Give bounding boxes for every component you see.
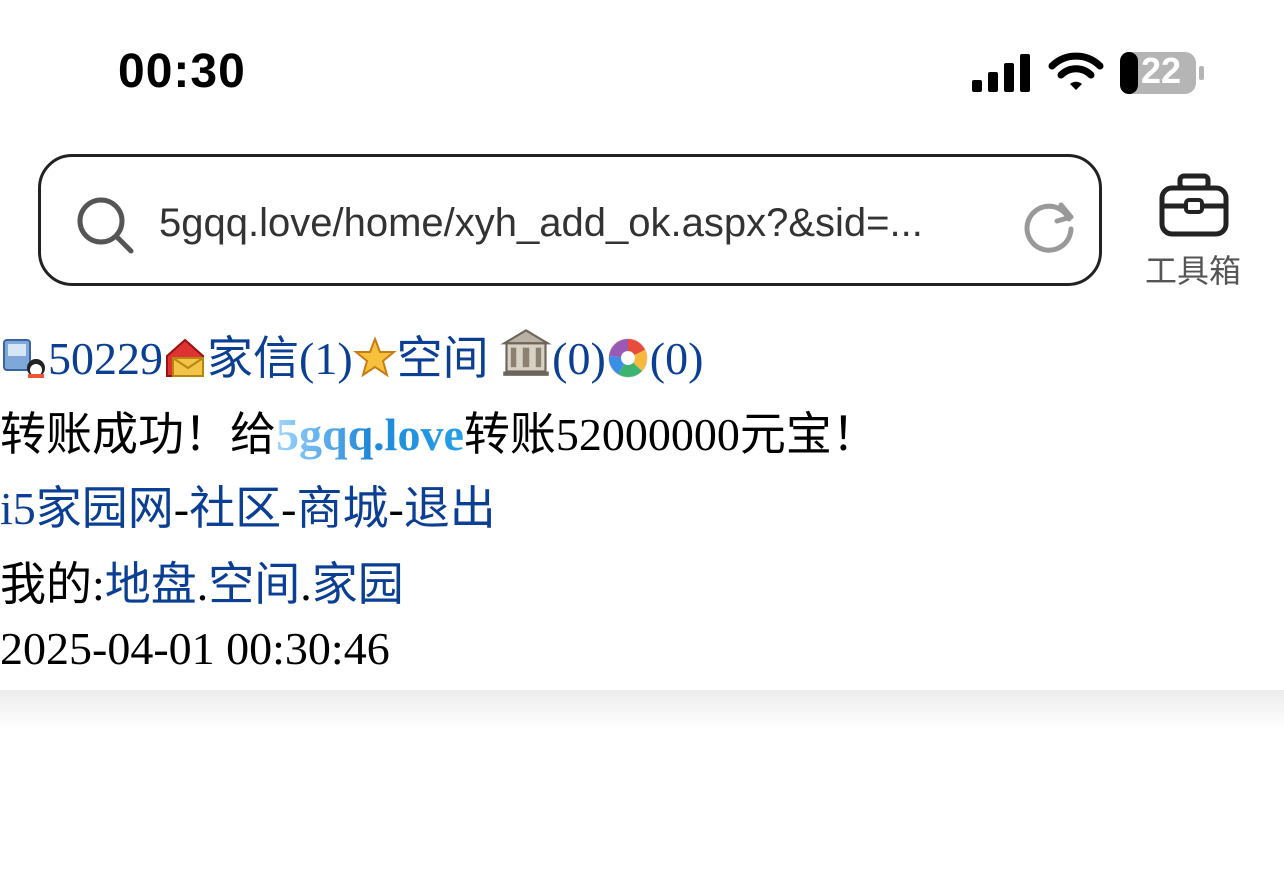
community-link[interactable]: 社区 bbox=[189, 483, 281, 534]
land-link[interactable]: 地盘 bbox=[105, 559, 197, 610]
building-count-link[interactable]: (0) bbox=[552, 333, 606, 384]
space-link[interactable]: 空间 bbox=[397, 333, 489, 384]
user-id-link[interactable]: 50229 bbox=[48, 333, 163, 384]
dot-separator: . bbox=[196, 559, 209, 610]
address-bar[interactable]: 5gqq.love/home/xyh_add_ok.aspx?&sid=... bbox=[38, 154, 1102, 286]
separator: - bbox=[388, 483, 404, 534]
transfer-suffix: 转账52000000元宝！ bbox=[463, 409, 878, 460]
star-icon bbox=[352, 336, 397, 378]
toolbox-icon bbox=[1159, 173, 1229, 237]
logout-link[interactable]: 退出 bbox=[404, 483, 496, 534]
transfer-prefix: 转账成功！给 bbox=[0, 409, 276, 460]
home-link[interactable]: i5家园网 bbox=[0, 483, 174, 534]
page-content: 50229 家信(1) 空间 (0) (0) 转账成功！给5gqq.love转账… bbox=[0, 300, 1284, 690]
qq-user-icon bbox=[3, 339, 45, 378]
content-shadow bbox=[0, 690, 1284, 730]
clock: 00:30 bbox=[118, 45, 246, 98]
garden-link[interactable]: 家园 bbox=[312, 559, 404, 610]
recipient-name: 5gqq.love bbox=[276, 409, 464, 460]
mail-link[interactable]: 家信(1) bbox=[207, 333, 353, 384]
timestamp: 2025-04-01 00:30:46 bbox=[0, 623, 390, 674]
toolbox-label: 工具箱 bbox=[1144, 252, 1241, 290]
wifi-icon bbox=[1048, 52, 1104, 90]
cellular-signal-icon bbox=[972, 54, 1030, 92]
search-icon bbox=[77, 197, 134, 254]
battery-level: 22 bbox=[1140, 50, 1182, 91]
my-space-link[interactable]: 空间 bbox=[208, 559, 300, 610]
building-icon bbox=[500, 329, 552, 376]
photo-count-link[interactable]: (0) bbox=[650, 333, 704, 384]
my-label: 我的: bbox=[0, 559, 105, 610]
transfer-message: 转账成功！给5gqq.love转账52000000元宝！ bbox=[0, 398, 878, 464]
toolbox-button[interactable]: 工具箱 bbox=[1140, 170, 1246, 290]
nav-row: 50229 家信(1) 空间 (0) (0) bbox=[0, 322, 703, 388]
reload-icon[interactable] bbox=[1021, 197, 1077, 253]
separator: - bbox=[281, 483, 297, 534]
status-bar: 00:30 22 bbox=[0, 0, 1284, 140]
url-text[interactable]: 5gqq.love/home/xyh_add_ok.aspx?&sid=... bbox=[159, 201, 989, 246]
my-links: 我的:地盘.空间.家园 bbox=[0, 548, 404, 614]
photo-aperture-icon bbox=[608, 338, 648, 378]
mall-link[interactable]: 商城 bbox=[296, 483, 388, 534]
mail-home-icon bbox=[166, 338, 204, 377]
separator: - bbox=[173, 483, 190, 534]
dot-separator: . bbox=[300, 559, 312, 610]
site-links: i5家园网-社区-商城-退出 bbox=[0, 472, 496, 538]
